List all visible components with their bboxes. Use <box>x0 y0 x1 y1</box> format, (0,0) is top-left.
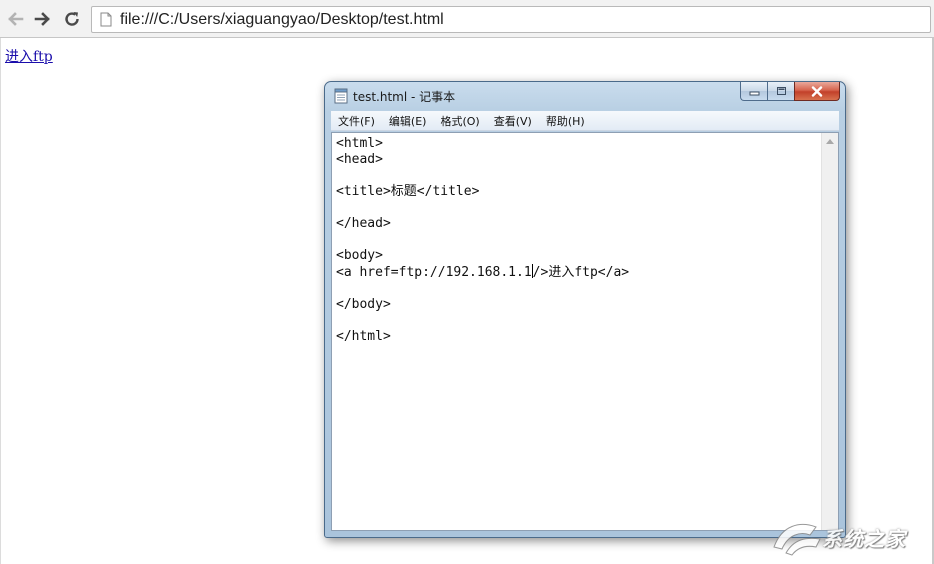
watermark-text: 系统之家 <box>822 526 906 551</box>
ftp-link[interactable]: 进入ftp <box>5 46 53 66</box>
caption-buttons <box>740 82 840 102</box>
notepad-icon <box>334 88 348 104</box>
maximize-button[interactable] <box>767 82 794 101</box>
reload-button[interactable] <box>59 7 85 31</box>
browser-toolbar: file:///C:/Users/xiaguangyao/Desktop/tes… <box>0 0 934 38</box>
back-button[interactable] <box>2 7 28 31</box>
menu-view[interactable]: 查看(V) <box>487 113 539 129</box>
close-button[interactable] <box>794 82 840 101</box>
close-icon <box>811 85 823 97</box>
text-editor[interactable]: <html> <head> <title>标题</title> </head> … <box>331 132 839 531</box>
notepad-titlebar[interactable]: test.html - 记事本 <box>325 82 845 110</box>
browser-frame-left <box>0 38 1 564</box>
menu-bar: 文件(F) 编辑(E) 格式(O) 查看(V) 帮助(H) <box>331 111 839 131</box>
minimize-icon <box>749 91 759 95</box>
menu-edit[interactable]: 编辑(E) <box>382 113 434 129</box>
vertical-scrollbar[interactable] <box>821 133 838 530</box>
address-bar[interactable]: file:///C:/Users/xiaguangyao/Desktop/tes… <box>91 6 931 33</box>
menu-format[interactable]: 格式(O) <box>433 113 486 129</box>
menu-file[interactable]: 文件(F) <box>331 113 382 129</box>
watermark-logo <box>773 524 821 556</box>
chevron-up-icon <box>826 139 834 144</box>
reload-icon <box>65 12 79 26</box>
arrow-left-icon <box>8 12 24 26</box>
watermark: 系统之家 <box>770 515 930 559</box>
menu-help[interactable]: 帮助(H) <box>539 113 592 129</box>
maximize-icon <box>776 87 786 95</box>
page-icon <box>99 12 113 28</box>
editor-content[interactable]: <html> <head> <title>标题</title> </head> … <box>336 136 820 526</box>
window-title: test.html - 记事本 <box>353 90 456 104</box>
notepad-window: test.html - 记事本 文件(F) 编辑(E) 格式(O) 查看(V) … <box>324 81 846 538</box>
forward-button[interactable] <box>30 7 56 31</box>
arrow-right-icon <box>34 12 50 26</box>
scroll-up-button[interactable] <box>822 133 838 150</box>
url-text: file:///C:/Users/xiaguangyao/Desktop/tes… <box>120 10 444 28</box>
minimize-button[interactable] <box>740 82 767 101</box>
content-before-caret: <html> <head> <title>标题</title> </head> … <box>336 136 532 280</box>
